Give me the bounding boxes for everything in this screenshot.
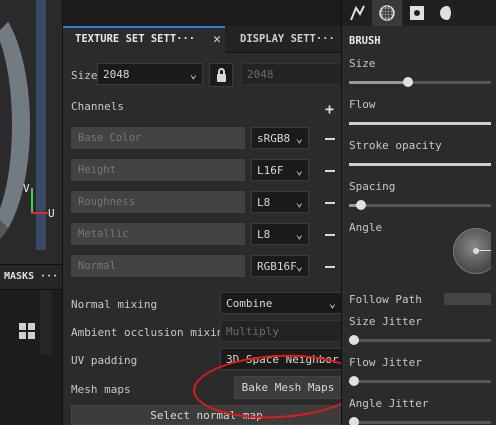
angle-dial[interactable] — [453, 228, 496, 274]
channel-format-value: L8 — [257, 196, 271, 209]
stroke-opacity-slider[interactable] — [349, 163, 496, 166]
panel-tabs: TEXTURE SET SETT··· ✕ DISPLAY SETT··· — [63, 0, 342, 53]
panel-top-strip — [63, 0, 342, 26]
angle-label: Angle — [349, 221, 383, 234]
channel-format-value: L8 — [257, 228, 271, 241]
mesh-maps-label: Mesh maps — [71, 383, 131, 396]
chevron-down-icon: ⌄ — [295, 131, 303, 145]
channel-format-value: RGB16F — [257, 260, 297, 273]
uv-padding-label: UV padding — [71, 354, 138, 367]
masks-menu-icon[interactable]: ··· — [40, 271, 58, 282]
channel-format-select[interactable]: L16F ⌄ — [251, 159, 309, 181]
chevron-down-icon: ⌄ — [295, 259, 303, 273]
chevron-down-icon: ⌄ — [189, 67, 197, 81]
masks-column — [40, 290, 52, 355]
tab-display-settings[interactable]: DISPLAY SETT··· — [226, 26, 342, 53]
add-channel-icon[interactable]: + — [325, 100, 334, 118]
size-locked-value: 2048 — [247, 68, 274, 81]
slider-handle[interactable] — [403, 77, 414, 87]
slider-handle[interactable] — [349, 417, 359, 425]
size-label: Size — [71, 69, 98, 82]
brush-properties-panel: BRUSH Size Flow Stroke opacity Spacing A… — [341, 0, 496, 425]
masks-panel-body — [0, 290, 62, 425]
material-sphere-icon — [440, 6, 454, 20]
normal-mixing-select[interactable]: Combine ⌄ — [220, 292, 342, 314]
spacing-label: Spacing — [349, 180, 396, 193]
grid-view-icon[interactable] — [19, 323, 35, 339]
follow-path-toggle[interactable] — [444, 293, 496, 305]
axis-u-label: U — [48, 207, 55, 220]
remove-channel-icon[interactable] — [325, 138, 335, 140]
remove-channel-icon[interactable] — [325, 266, 335, 268]
chevron-down-icon: ⌄ — [295, 163, 303, 177]
close-icon[interactable]: ✕ — [213, 32, 221, 47]
channel-format-select[interactable]: RGB16F ⌄ — [251, 255, 309, 277]
channel-name-base-color: Base Color — [71, 127, 245, 149]
stroke-opacity-label: Stroke opacity — [349, 139, 442, 152]
size-select[interactable]: 2048 ⌄ — [97, 63, 203, 85]
masks-title: MASKS — [4, 271, 35, 282]
brush-tool-tabs — [342, 0, 496, 26]
brush-size-label: Size — [349, 57, 376, 70]
angle-jitter-label: Angle Jitter — [349, 397, 429, 410]
spacing-slider[interactable] — [349, 200, 496, 210]
follow-path-label: Follow Path — [349, 293, 422, 306]
flow-jitter-slider[interactable] — [349, 376, 496, 386]
size-locked-select: 2048 — [241, 63, 342, 85]
chevron-down-icon: ⌄ — [295, 227, 303, 241]
slider-fill — [349, 81, 409, 84]
channel-name-roughness: Roughness — [71, 191, 245, 213]
size-select-value: 2048 — [103, 68, 130, 81]
channel-format-select[interactable]: L8 ⌄ — [251, 223, 309, 245]
brush-stroke-icon — [350, 5, 365, 21]
axis-v-label: V — [23, 182, 30, 195]
axis-u-line — [31, 212, 48, 214]
angle-jitter-slider[interactable] — [349, 417, 496, 425]
material-tab[interactable] — [432, 0, 462, 26]
size-jitter-label: Size Jitter — [349, 315, 422, 328]
flow-slider[interactable] — [349, 122, 496, 125]
brush-section-title: BRUSH — [349, 35, 381, 47]
angle-center — [473, 248, 479, 254]
axis-v-line — [31, 188, 33, 214]
slider-handle[interactable] — [349, 376, 359, 386]
flow-label: Flow — [349, 98, 376, 111]
masks-panel-header[interactable]: MASKS ··· — [0, 264, 62, 290]
tab-display-label: DISPLAY SETT··· — [240, 33, 335, 45]
brush-tab[interactable] — [342, 0, 372, 26]
checker-pattern-icon — [379, 5, 395, 21]
channel-name-metallic: Metallic — [71, 223, 245, 245]
channels-label: Channels — [71, 100, 124, 113]
remove-channel-icon[interactable] — [325, 170, 335, 172]
channel-name-normal: Normal — [71, 255, 245, 277]
channel-name-height: Height — [71, 159, 245, 181]
ao-mixing-label: Ambient occlusion mixing — [71, 326, 230, 339]
channel-format-value: L16F — [257, 164, 284, 177]
chevron-down-icon: ⌄ — [295, 195, 303, 209]
ao-mixing-select: Multiply — [220, 320, 342, 342]
brush-panel-scrollbar[interactable] — [491, 26, 496, 425]
channel-format-select[interactable]: L8 ⌄ — [251, 191, 309, 213]
normal-mixing-value: Combine — [226, 297, 273, 310]
mesh-preview — [0, 0, 30, 250]
slider-handle[interactable] — [355, 200, 366, 210]
remove-channel-icon[interactable] — [325, 234, 335, 236]
remove-channel-icon[interactable] — [325, 202, 335, 204]
stencil-icon — [410, 6, 424, 20]
brush-size-slider[interactable] — [349, 77, 496, 87]
stencil-tab[interactable] — [402, 0, 432, 26]
channel-format-value: sRGB8 — [257, 132, 291, 145]
slider-handle[interactable] — [349, 335, 359, 345]
alpha-tab[interactable] — [372, 0, 402, 26]
lock-icon[interactable] — [209, 63, 233, 87]
normal-mixing-label: Normal mixing — [71, 298, 158, 311]
ao-mixing-value: Multiply — [226, 325, 279, 338]
tab-texture-set-settings[interactable]: TEXTURE SET SETT··· ✕ — [63, 26, 225, 53]
channel-format-select[interactable]: sRGB8 ⌄ — [251, 127, 309, 149]
tab-texture-set-label: TEXTURE SET SETT··· — [75, 33, 196, 45]
flow-jitter-label: Flow Jitter — [349, 356, 422, 369]
size-jitter-slider[interactable] — [349, 335, 496, 345]
chevron-down-icon: ⌄ — [328, 296, 336, 310]
3d-viewport[interactable]: V U — [0, 0, 62, 264]
